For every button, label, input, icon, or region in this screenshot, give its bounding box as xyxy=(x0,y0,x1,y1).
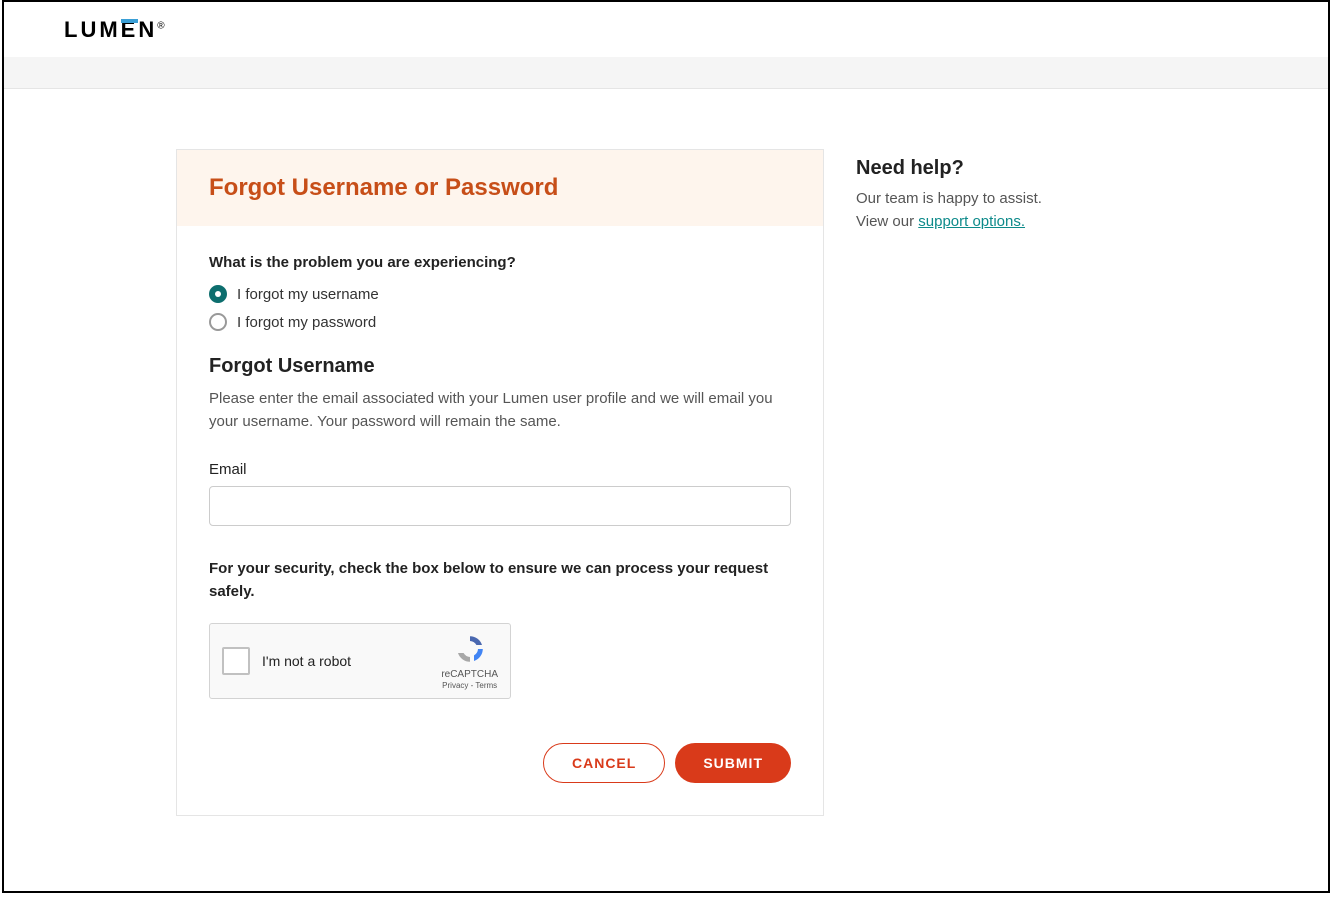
radio-label: I forgot my username xyxy=(237,286,379,303)
help-text: Our team is happy to assist. View our su… xyxy=(856,188,1156,233)
email-label: Email xyxy=(209,461,791,478)
email-input[interactable] xyxy=(209,486,791,526)
help-title: Need help? xyxy=(856,157,1156,180)
card-header: Forgot Username or Password xyxy=(177,150,823,226)
cancel-button[interactable]: CANCEL xyxy=(543,743,665,783)
recaptcha-icon xyxy=(454,633,486,665)
recaptcha-brand-text: reCAPTCHA xyxy=(441,669,498,680)
radio-label: I forgot my password xyxy=(237,314,376,331)
section-heading: Forgot Username xyxy=(209,355,791,378)
support-options-link[interactable]: support options. xyxy=(918,213,1025,230)
logo[interactable]: LUMEN® xyxy=(64,17,165,43)
submit-button[interactable]: SUBMIT xyxy=(675,743,791,783)
section-description: Please enter the email associated with y… xyxy=(209,388,791,433)
recaptcha-widget: I'm not a robot reCAPTCHA Privacy - Term… xyxy=(209,623,511,699)
card-title: Forgot Username or Password xyxy=(209,174,791,202)
subheader-bar xyxy=(4,57,1328,89)
problem-question: What is the problem you are experiencing… xyxy=(209,254,791,271)
recaptcha-links[interactable]: Privacy - Terms xyxy=(441,681,498,690)
header: LUMEN® xyxy=(4,2,1328,57)
forgot-card: Forgot Username or Password What is the … xyxy=(176,149,824,816)
recaptcha-label: I'm not a robot xyxy=(262,653,351,669)
radio-icon xyxy=(209,313,227,331)
radio-forgot-password[interactable]: I forgot my password xyxy=(209,313,791,331)
help-sidebar: Need help? Our team is happy to assist. … xyxy=(856,149,1156,816)
radio-forgot-username[interactable]: I forgot my username xyxy=(209,285,791,303)
radio-icon xyxy=(209,285,227,303)
security-text: For your security, check the box below t… xyxy=(209,558,791,603)
recaptcha-branding: reCAPTCHA Privacy - Terms xyxy=(441,633,498,690)
recaptcha-checkbox[interactable] xyxy=(222,647,250,675)
